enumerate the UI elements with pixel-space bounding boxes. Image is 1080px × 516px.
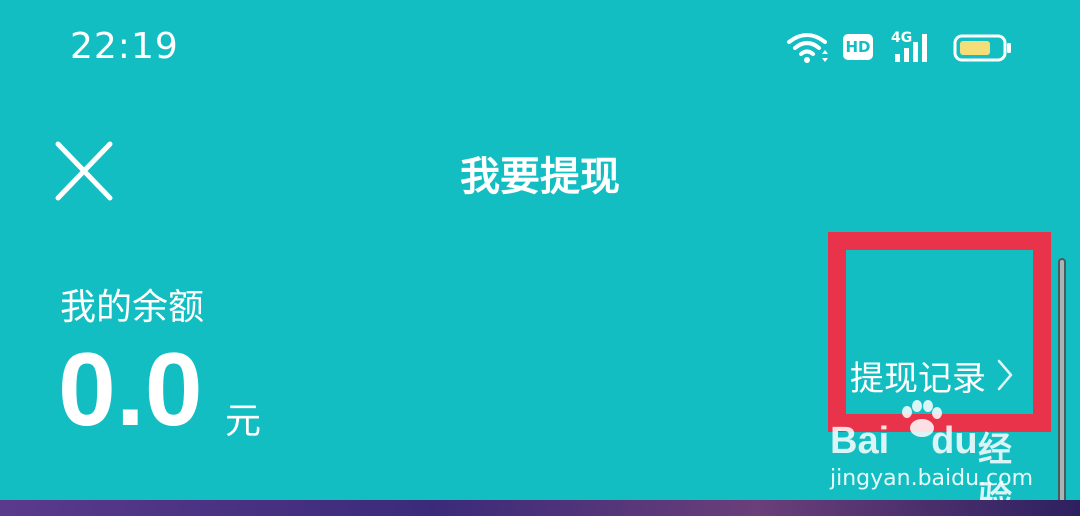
paw-icon (902, 400, 942, 437)
withdraw-record-link[interactable]: 提现记录 (850, 351, 1016, 399)
withdraw-record-label: 提现记录 (850, 358, 986, 399)
signal-icon (895, 34, 927, 62)
withdraw-screen: 22:19 HD 4G 我要提现 我的余额 0.0 元 提现记录 Bai du … (0, 0, 1080, 516)
status-icons: HD 4G (785, 28, 1020, 68)
balance-amount: 0.0 (58, 332, 203, 448)
page-title: 我要提现 (460, 154, 620, 200)
bottom-strip (0, 500, 1080, 516)
hd-icon: HD (843, 34, 873, 60)
chevron-right-icon (997, 359, 1013, 391)
scrollbar[interactable] (1058, 258, 1066, 516)
watermark-brand: Bai du (830, 420, 978, 462)
balance-unit: 元 (225, 401, 262, 442)
wifi-icon (787, 33, 828, 63)
battery-icon (953, 34, 1011, 62)
status-time: 22:19 (70, 26, 179, 67)
watermark-url: jingyan.baidu.com (830, 466, 1034, 491)
watermark: Bai du 经验 jingyan.baidu.com (828, 400, 1033, 516)
highlight-box (828, 232, 1051, 432)
balance-label: 我的余额 (60, 287, 205, 328)
